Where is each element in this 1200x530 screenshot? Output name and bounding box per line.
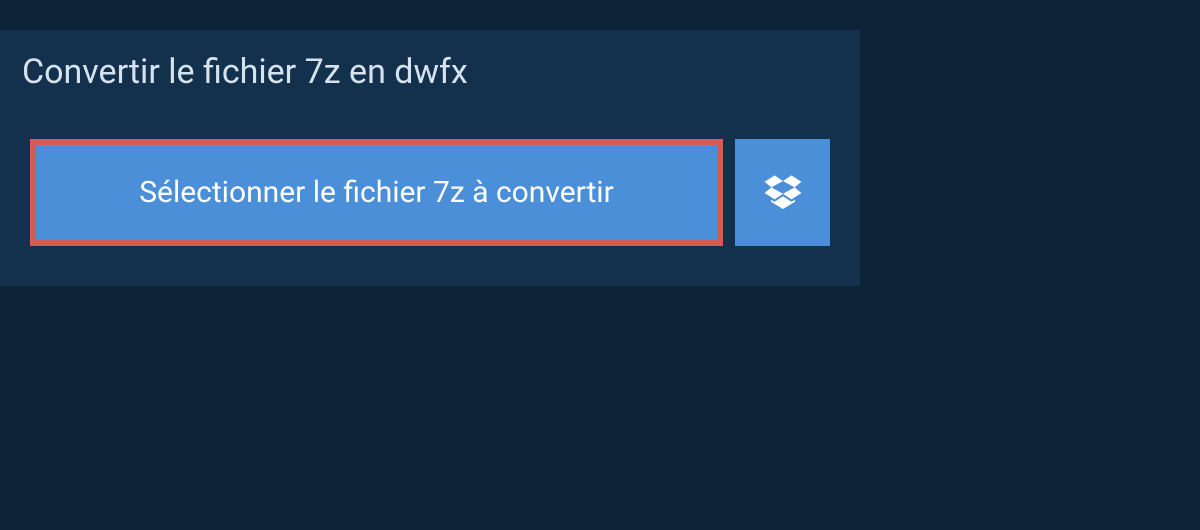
dropbox-button[interactable] — [735, 139, 830, 246]
tab-strip: Convertir le fichier 7z en dwfx — [0, 30, 860, 114]
button-row: Sélectionner le fichier 7z à convertir — [0, 114, 860, 246]
select-file-button[interactable]: Sélectionner le fichier 7z à convertir — [30, 139, 723, 246]
select-file-label: Sélectionner le fichier 7z à convertir — [139, 175, 614, 210]
dropbox-icon — [763, 173, 803, 213]
page-title: Convertir le fichier 7z en dwfx — [22, 52, 468, 92]
tab-convert[interactable]: Convertir le fichier 7z en dwfx — [0, 30, 496, 114]
converter-panel: Convertir le fichier 7z en dwfx Sélectio… — [0, 30, 860, 286]
